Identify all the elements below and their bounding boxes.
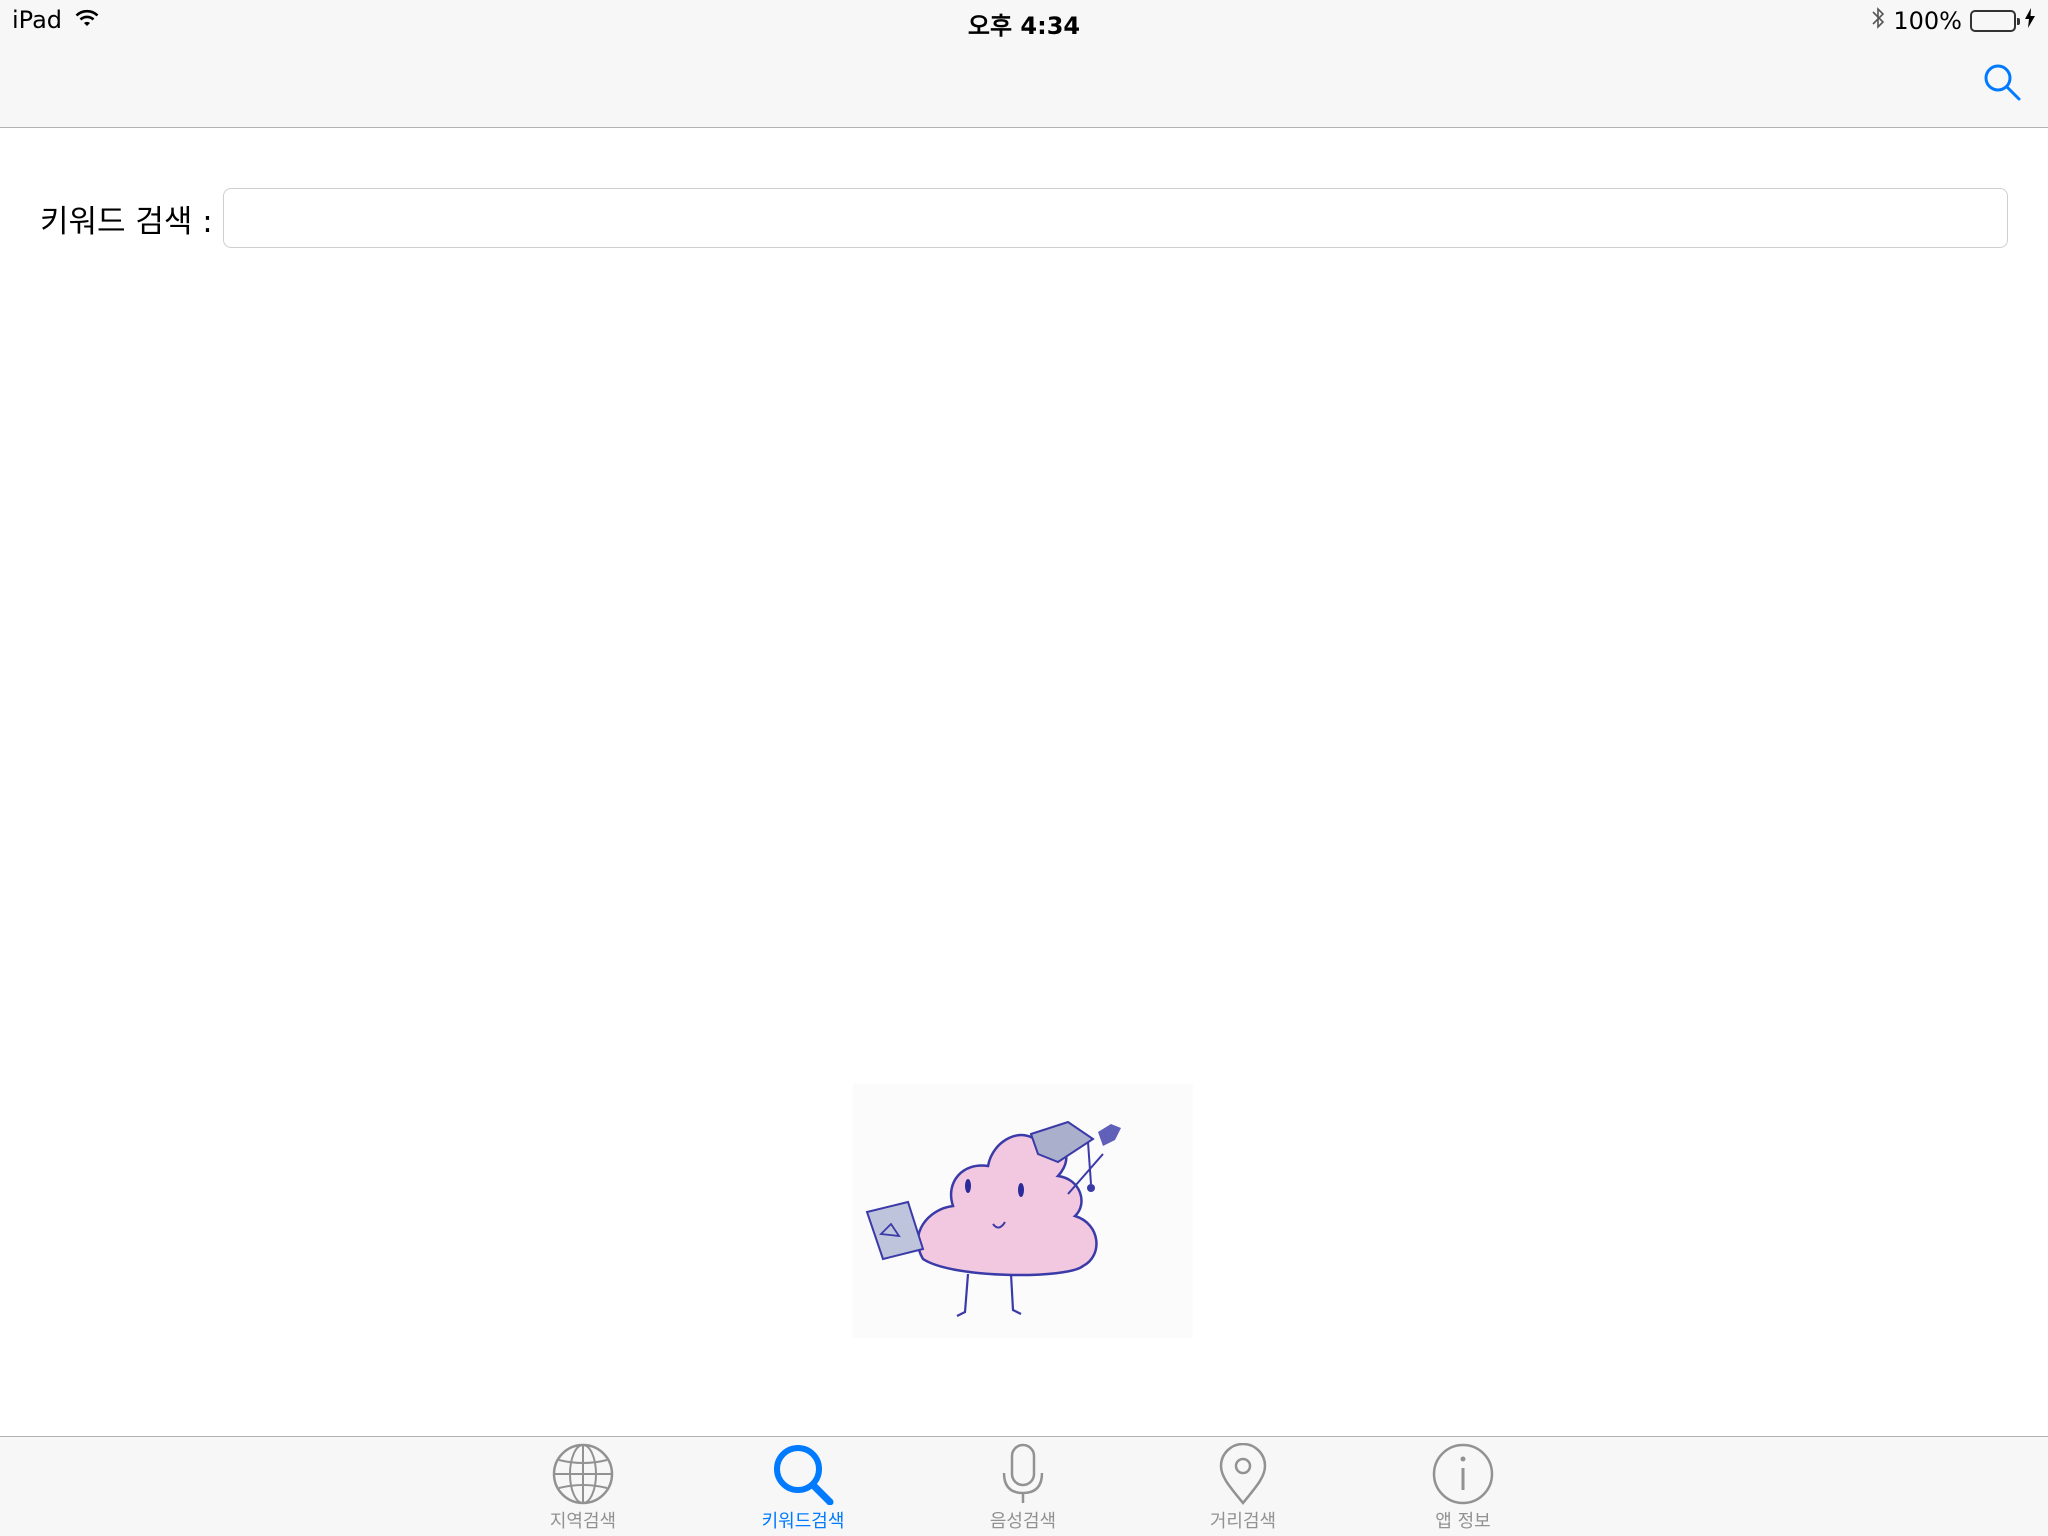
tab-label: 거리검색	[1209, 1511, 1277, 1532]
bluetooth-icon	[1871, 6, 1885, 36]
navigation-bar	[0, 40, 2048, 128]
tab-app-info[interactable]: 앱 정보	[1383, 1439, 1543, 1535]
tab-bar: 지역검색 키워드검색 음성검색 거리검색 앱 정보	[0, 1436, 2048, 1536]
location-pin-icon	[1219, 1443, 1267, 1505]
tab-label: 지역검색	[549, 1511, 617, 1532]
globe-icon	[552, 1443, 614, 1505]
info-icon	[1432, 1443, 1494, 1505]
status-time: 오후 4:34	[967, 12, 1081, 40]
search-icon	[774, 1445, 834, 1505]
tab-label: 키워드검색	[761, 1511, 845, 1532]
tab-label: 앱 정보	[1435, 1511, 1491, 1532]
tab-region-search[interactable]: 지역검색	[503, 1439, 663, 1535]
status-bar: iPad 오후 4:34 100%	[0, 0, 2048, 40]
battery-percent: 100%	[1893, 7, 1962, 35]
keyword-search-input[interactable]	[222, 188, 2008, 248]
app-screen: iPad 오후 4:34 100% 키워드 검색: 지역검색 키워드검색 음성…	[0, 0, 2048, 1536]
keyword-search-label: 키워드 검색 :	[40, 203, 213, 240]
battery-icon	[1970, 10, 2020, 32]
tab-distance-search[interactable]: 거리검색	[1163, 1439, 1323, 1535]
tab-keyword-search[interactable]: 키워드검색	[723, 1439, 883, 1535]
microphone-icon	[1002, 1443, 1044, 1503]
charging-icon	[2024, 7, 2036, 35]
keyword-search-row: 키워드 검색 :	[40, 188, 2008, 248]
search-button[interactable]	[1978, 58, 2026, 106]
mascot-illustration	[853, 1084, 1193, 1338]
search-icon	[1984, 64, 2021, 101]
tab-label: 음성검색	[989, 1511, 1057, 1532]
tab-voice-search[interactable]: 음성검색	[943, 1439, 1103, 1535]
